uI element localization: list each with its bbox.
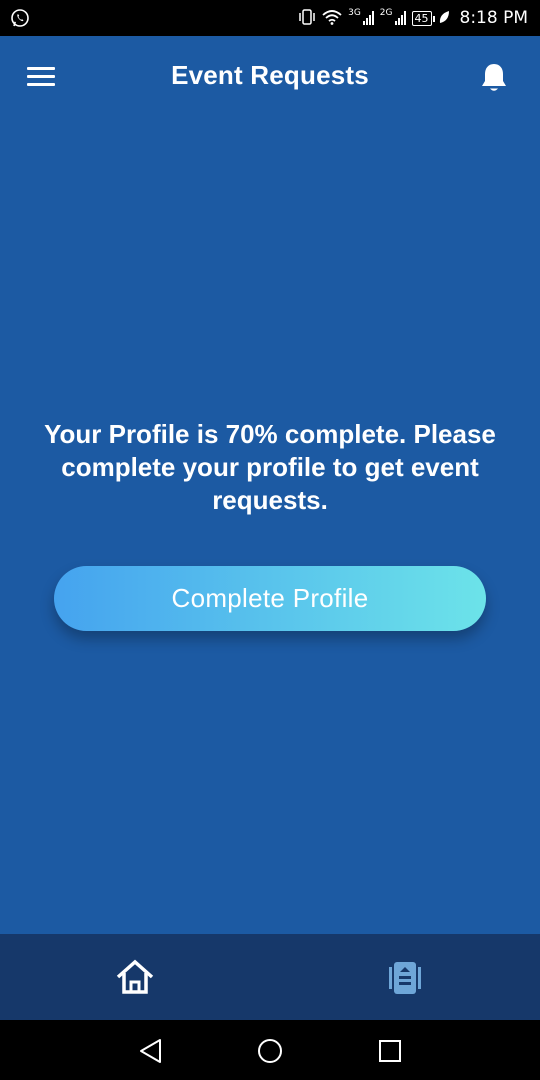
- home-icon[interactable]: [115, 958, 155, 998]
- bell-icon[interactable]: [480, 62, 510, 96]
- vibrate-icon: [298, 8, 316, 28]
- network-type-label: 2G: [379, 8, 393, 18]
- complete-profile-button[interactable]: Complete Profile: [54, 566, 486, 631]
- recents-icon[interactable]: [375, 1036, 405, 1066]
- signal-icon: [362, 11, 374, 25]
- signal-icon: [394, 11, 406, 25]
- app-bar: Event Requests: [0, 36, 540, 120]
- status-time: 8:18 PM: [459, 8, 529, 28]
- network-type-label: 3G: [348, 8, 361, 18]
- page-title: Event Requests: [171, 60, 369, 90]
- bottom-nav: [0, 934, 540, 1020]
- battery-level: 45: [414, 11, 429, 25]
- requests-icon[interactable]: [385, 958, 425, 998]
- home-circle-icon[interactable]: [255, 1036, 285, 1066]
- system-nav-bar: [0, 1020, 540, 1080]
- back-icon[interactable]: [136, 1036, 166, 1066]
- leaf-icon: [438, 10, 450, 27]
- battery-icon: 45: [411, 10, 435, 26]
- whatsapp-icon: [10, 8, 30, 32]
- wifi-icon: [322, 9, 342, 28]
- status-bar: 3G 2G 45 8:18 PM: [0, 0, 540, 36]
- profile-completion-message: Your Profile is 70% complete. Please com…: [44, 419, 496, 515]
